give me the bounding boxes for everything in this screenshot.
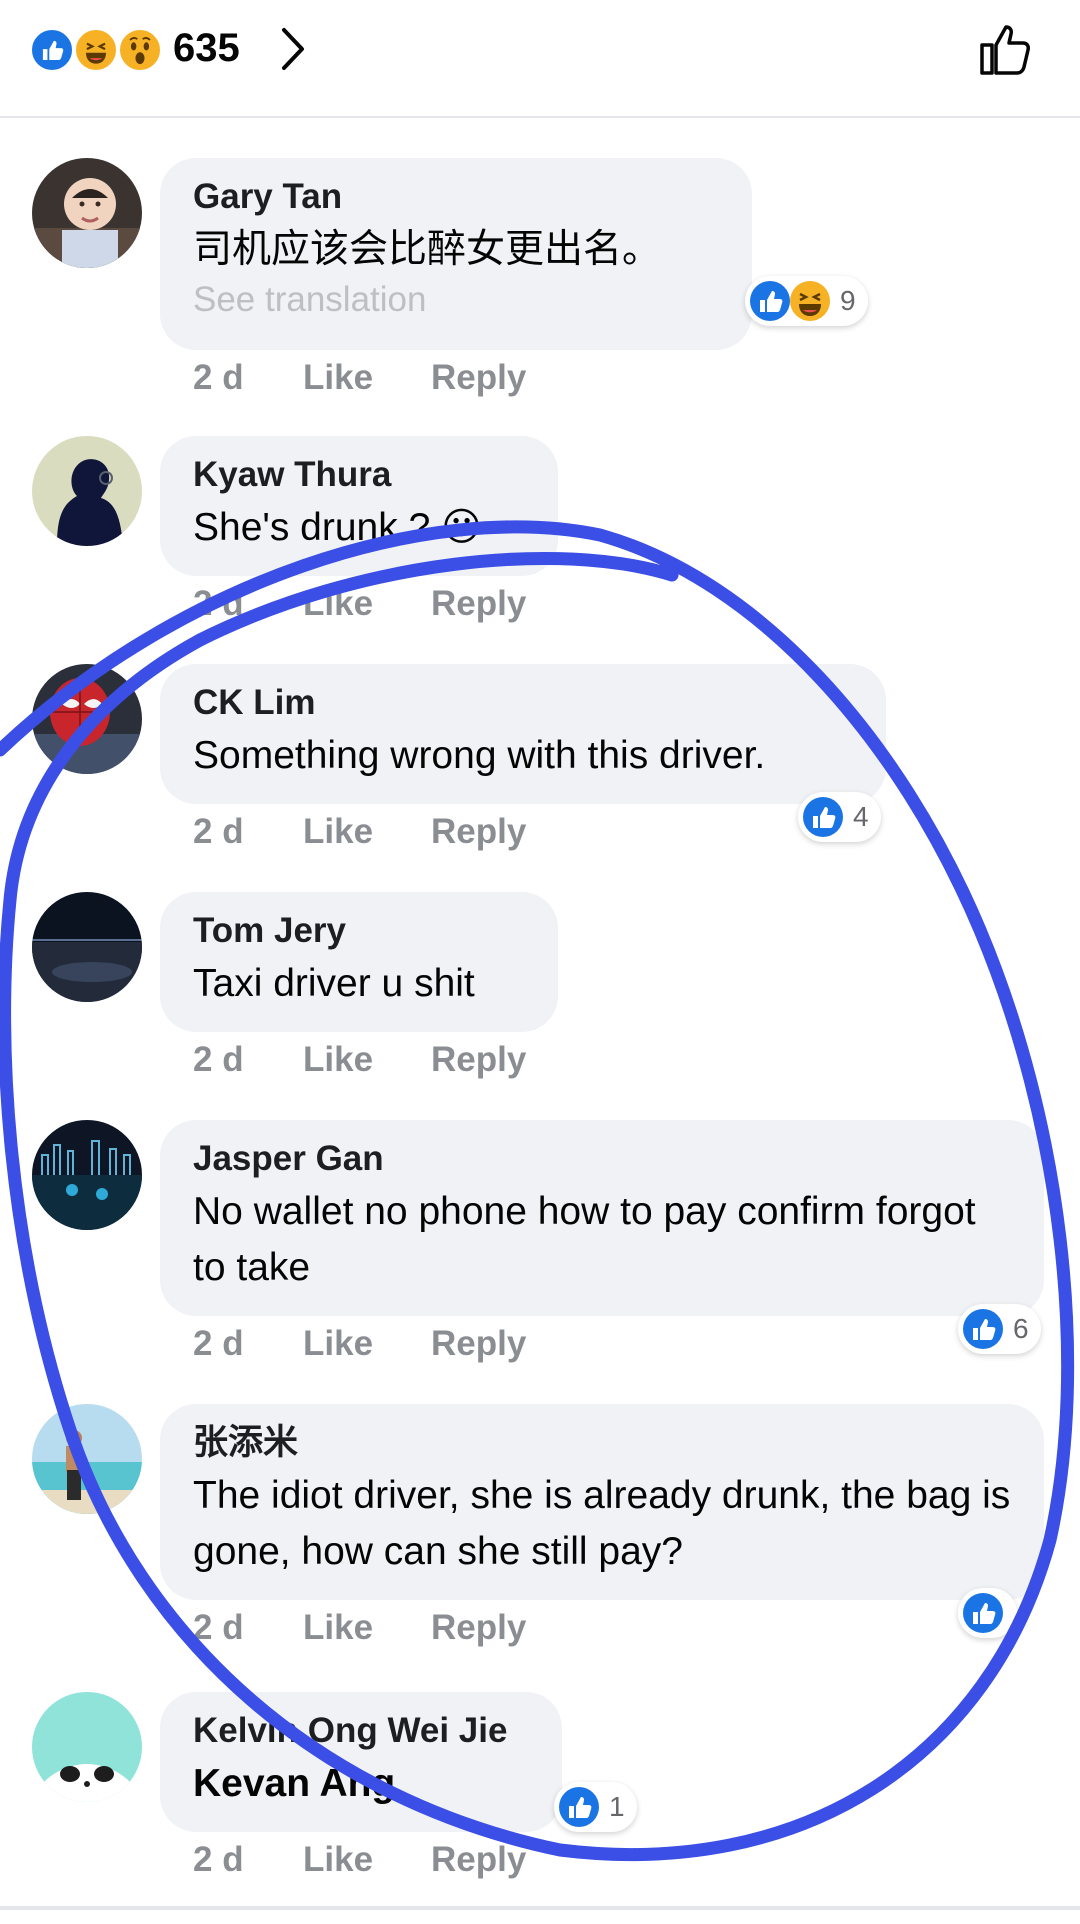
comment-bubble: Kelvin Ong Wei Jie Kevan Ang: [160, 1692, 562, 1832]
reaction-count[interactable]: 635: [173, 26, 240, 71]
comment-text: 司机应该会比醉女更出名。: [193, 228, 662, 271]
haha-icon: [788, 279, 832, 323]
like-icon: [557, 1785, 601, 1829]
like-link[interactable]: Like: [303, 812, 373, 852]
like-link[interactable]: Like: [303, 1324, 373, 1364]
comment-age[interactable]: 2 d: [193, 1608, 244, 1648]
reply-link[interactable]: Reply: [431, 1040, 526, 1080]
comment-reactions[interactable]: 9: [745, 276, 868, 326]
avatar[interactable]: [32, 1120, 142, 1230]
reply-link[interactable]: Reply: [431, 812, 526, 852]
comment-reaction-count: 9: [840, 285, 856, 316]
comment-age[interactable]: 2 d: [193, 1840, 244, 1880]
comment-age[interactable]: 2 d: [193, 584, 244, 624]
comment-bubble: 张添米 The idiot driver, she is already dru…: [160, 1404, 1044, 1600]
comment-author[interactable]: Kelvin Ong Wei Jie: [193, 1710, 529, 1752]
comment-reactions[interactable]: 1: [554, 1782, 637, 1832]
comment-age[interactable]: 2 d: [193, 812, 244, 852]
like-icon: [748, 279, 792, 323]
reactions-header: 635: [0, 0, 1080, 118]
comment-bubble: Jasper Gan No wallet no phone how to pay…: [160, 1120, 1044, 1316]
like-link[interactable]: Like: [303, 358, 373, 398]
like-link[interactable]: Like: [303, 1840, 373, 1880]
avatar[interactable]: [32, 158, 142, 268]
comment-author[interactable]: Tom Jery: [193, 910, 525, 952]
comment-bubble: CK Lim Something wrong with this driver.: [160, 664, 886, 804]
divider: [0, 1906, 1080, 1910]
avatar[interactable]: [32, 1404, 142, 1514]
avatar[interactable]: [32, 664, 142, 774]
reply-link[interactable]: Reply: [431, 584, 526, 624]
comment-age[interactable]: 2 d: [193, 358, 244, 398]
haha-icon: [74, 28, 118, 72]
comment-text: The idiot driver, she is already drunk, …: [193, 1474, 1011, 1573]
like-icon: [961, 1591, 1005, 1635]
wow-icon: [118, 28, 162, 72]
reply-link[interactable]: Reply: [431, 1840, 526, 1880]
like-icon: [801, 795, 845, 839]
like-icon: [961, 1307, 1005, 1351]
comment-text: Something wrong with this driver.: [193, 734, 766, 777]
like-link[interactable]: Like: [303, 1040, 373, 1080]
reply-link[interactable]: Reply: [431, 358, 526, 398]
comment-text: No wallet no phone how to pay confirm fo…: [193, 1190, 976, 1289]
comment-text: She's drunk ? 😮: [193, 506, 482, 549]
comment-reaction-count: 4: [853, 801, 869, 832]
reply-link[interactable]: Reply: [431, 1608, 526, 1648]
comment-text: Kevan Ang: [193, 1762, 396, 1805]
chevron-right-icon[interactable]: [278, 26, 308, 72]
like-link[interactable]: Like: [303, 584, 373, 624]
comment-author[interactable]: Gary Tan: [193, 176, 719, 218]
comment-bubble: Kyaw Thura She's drunk ? 😮: [160, 436, 558, 576]
like-icon: [30, 28, 74, 72]
comment-bubble: Tom Jery Taxi driver u shit: [160, 892, 558, 1032]
avatar[interactable]: [32, 436, 142, 546]
comment-reaction-count: 6: [1013, 1313, 1029, 1344]
comment-author[interactable]: Kyaw Thura: [193, 454, 525, 496]
comment-author[interactable]: 张添米: [193, 1422, 1011, 1464]
comment-reactions[interactable]: [958, 1588, 1017, 1638]
like-link[interactable]: Like: [303, 1608, 373, 1648]
comment-reactions[interactable]: 6: [958, 1304, 1041, 1354]
comment-text: Taxi driver u shit: [193, 962, 475, 1005]
comment-reaction-count: 1: [609, 1791, 625, 1822]
see-translation-link[interactable]: See translation: [193, 278, 719, 322]
comment-author[interactable]: Jasper Gan: [193, 1138, 1011, 1180]
avatar[interactable]: [32, 1692, 142, 1802]
comment-bubble: Gary Tan 司机应该会比醉女更出名。 See translation: [160, 158, 752, 350]
comment-age[interactable]: 2 d: [193, 1040, 244, 1080]
reply-link[interactable]: Reply: [431, 1324, 526, 1364]
comment-age[interactable]: 2 d: [193, 1324, 244, 1364]
comment-author[interactable]: CK Lim: [193, 682, 853, 724]
comment-reactions[interactable]: 4: [798, 792, 881, 842]
like-outline-icon[interactable]: [978, 20, 1036, 78]
avatar[interactable]: [32, 892, 142, 1002]
